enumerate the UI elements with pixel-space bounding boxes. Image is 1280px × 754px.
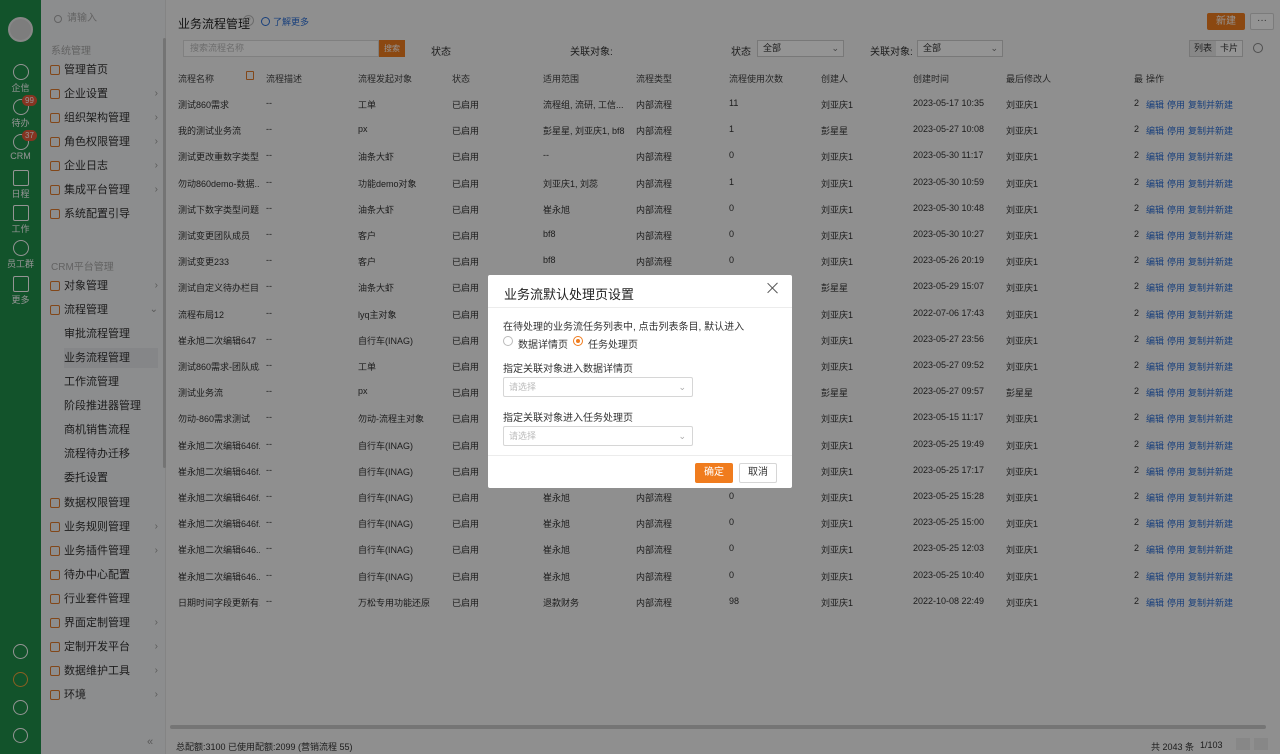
chevron-down-icon: ⌄: [678, 382, 686, 392]
confirm-button[interactable]: 确定: [695, 463, 733, 483]
cancel-button[interactable]: 取消: [739, 463, 777, 483]
task-page-object-label: 指定关联对象进入任务处理页: [503, 413, 633, 424]
radio-data-detail-page[interactable]: [503, 336, 513, 346]
dialog-description: 在待处理的业务流任务列表中, 点击列表条目, 默认进入: [503, 322, 745, 333]
divider: [488, 455, 792, 456]
close-icon[interactable]: [765, 280, 781, 296]
chevron-down-icon: ⌄: [678, 431, 686, 441]
radio-task-label[interactable]: 任务处理页: [588, 336, 638, 351]
task-page-object-select[interactable]: 请选择 ⌄: [503, 426, 693, 446]
radio-task-page[interactable]: [573, 336, 583, 346]
detail-page-object-label: 指定关联对象进入数据详情页: [503, 364, 633, 375]
select-placeholder: 请选择: [509, 382, 537, 392]
dialog-title: 业务流默认处理页设置: [504, 287, 635, 302]
detail-page-object-select[interactable]: 请选择 ⌄: [503, 377, 693, 397]
default-page-settings-dialog: 业务流默认处理页设置 在待处理的业务流任务列表中, 点击列表条目, 默认进入 数…: [488, 275, 792, 488]
select-placeholder: 请选择: [509, 431, 537, 441]
radio-data-detail-label[interactable]: 数据详情页: [518, 336, 568, 351]
divider: [488, 307, 792, 308]
